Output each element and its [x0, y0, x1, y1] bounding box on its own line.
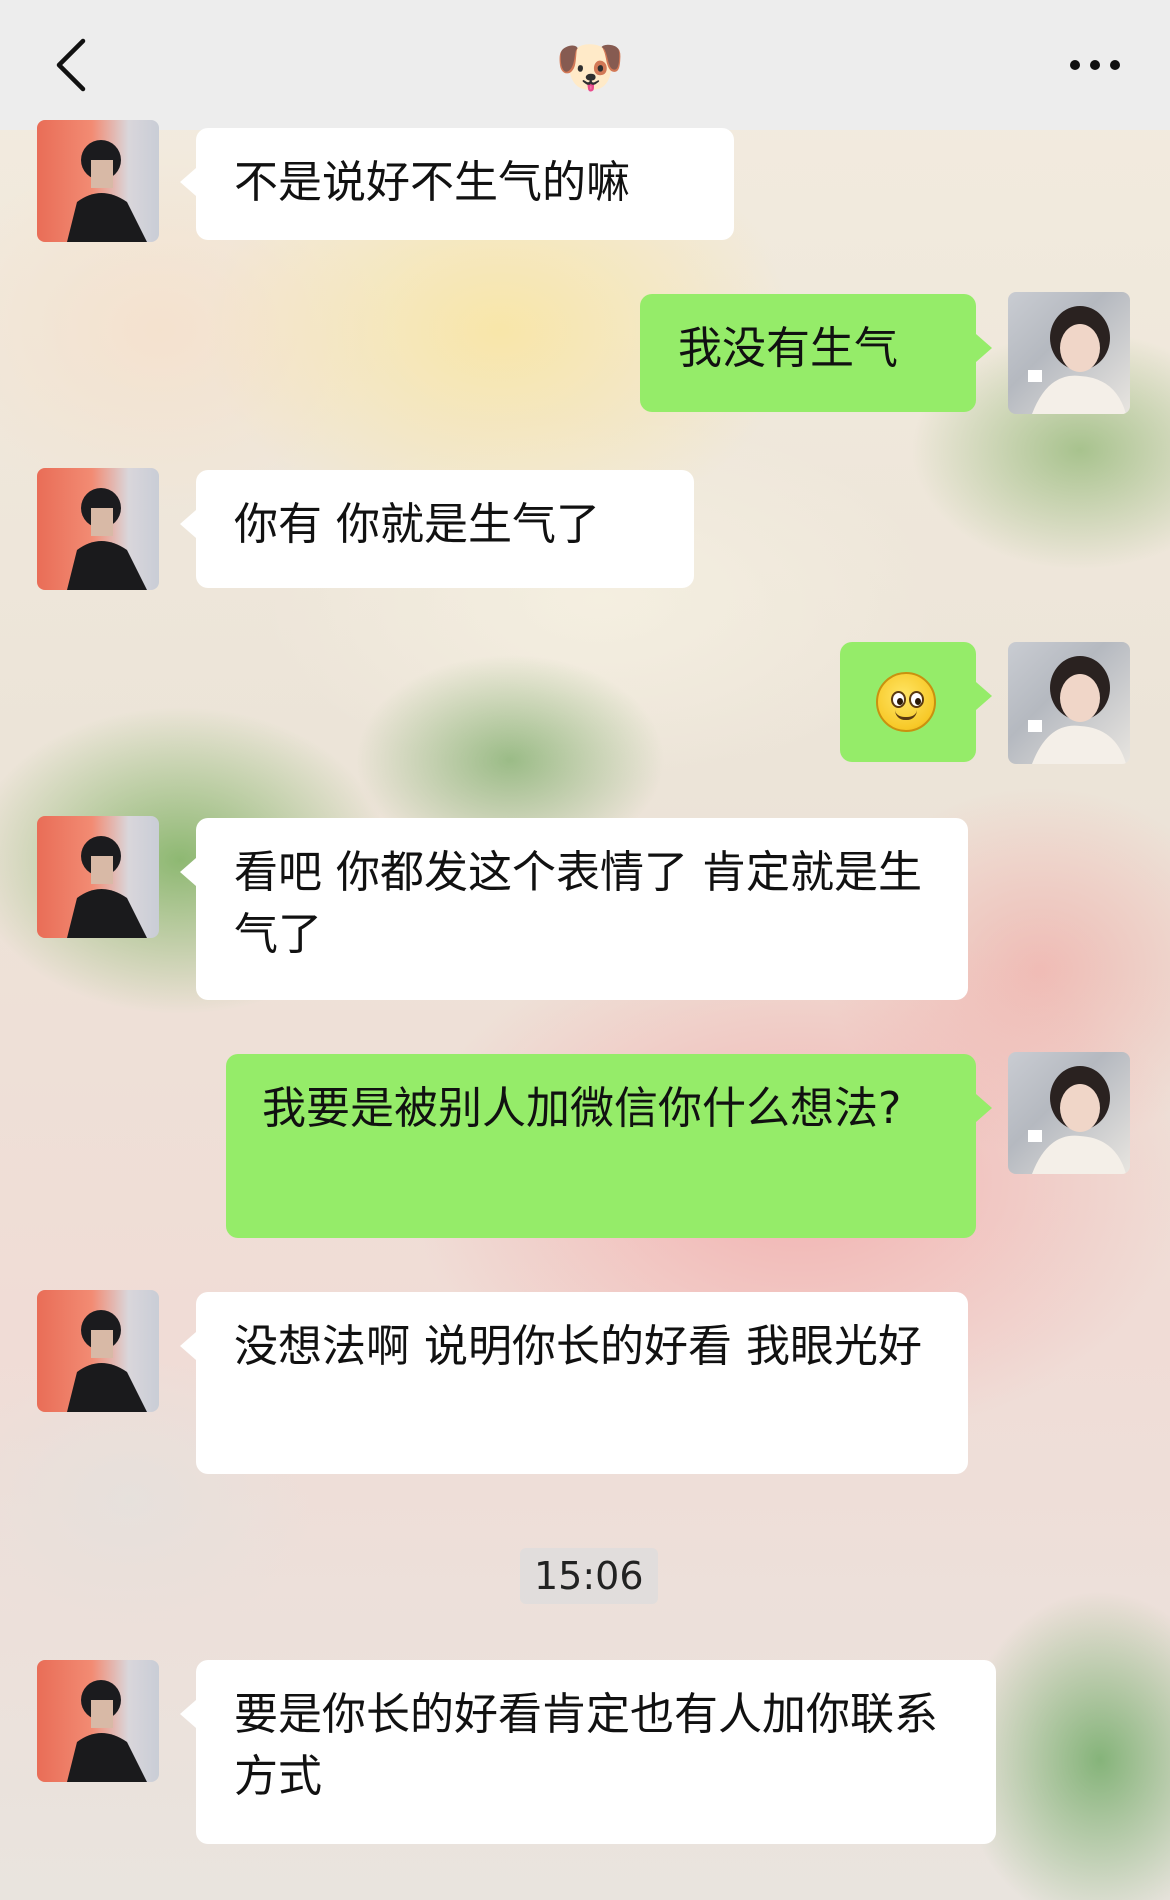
more-options-button[interactable]	[1060, 35, 1130, 95]
smiley-icon	[876, 672, 936, 732]
contact-name: 🐶	[555, 35, 625, 100]
contact-avatar[interactable]	[37, 1660, 159, 1782]
message-bubble-sent[interactable]: 我要是被别人加微信你什么想法?	[226, 1054, 992, 1238]
message-bubble-received[interactable]: 你有 你就是生气了	[180, 470, 694, 588]
message-bubble-received[interactable]: 要是你长的好看肯定也有人加你联系方式	[180, 1660, 996, 1844]
user-avatar[interactable]	[1008, 1052, 1130, 1174]
message-bubble-received[interactable]: 看吧 你都发这个表情了 肯定就是生气了	[180, 818, 968, 1000]
message-bubble-received[interactable]: 没想法啊 说明你长的好看 我眼光好	[180, 1292, 968, 1474]
message-timestamp: 15:06	[520, 1548, 658, 1604]
message-bubble-sent[interactable]: 我没有生气	[640, 294, 992, 412]
chevron-left-icon	[56, 38, 86, 92]
ellipsis-icon	[1065, 60, 1125, 70]
contact-avatar[interactable]	[37, 816, 159, 938]
back-button[interactable]	[40, 35, 100, 95]
user-avatar[interactable]	[1008, 292, 1130, 414]
message-bubble-sent[interactable]	[840, 642, 992, 762]
contact-avatar[interactable]	[37, 120, 159, 242]
contact-avatar[interactable]	[37, 468, 159, 590]
user-avatar[interactable]	[1008, 642, 1130, 764]
message-bubble-received[interactable]: 不是说好不生气的嘛	[180, 128, 734, 240]
contact-avatar[interactable]	[37, 1290, 159, 1412]
